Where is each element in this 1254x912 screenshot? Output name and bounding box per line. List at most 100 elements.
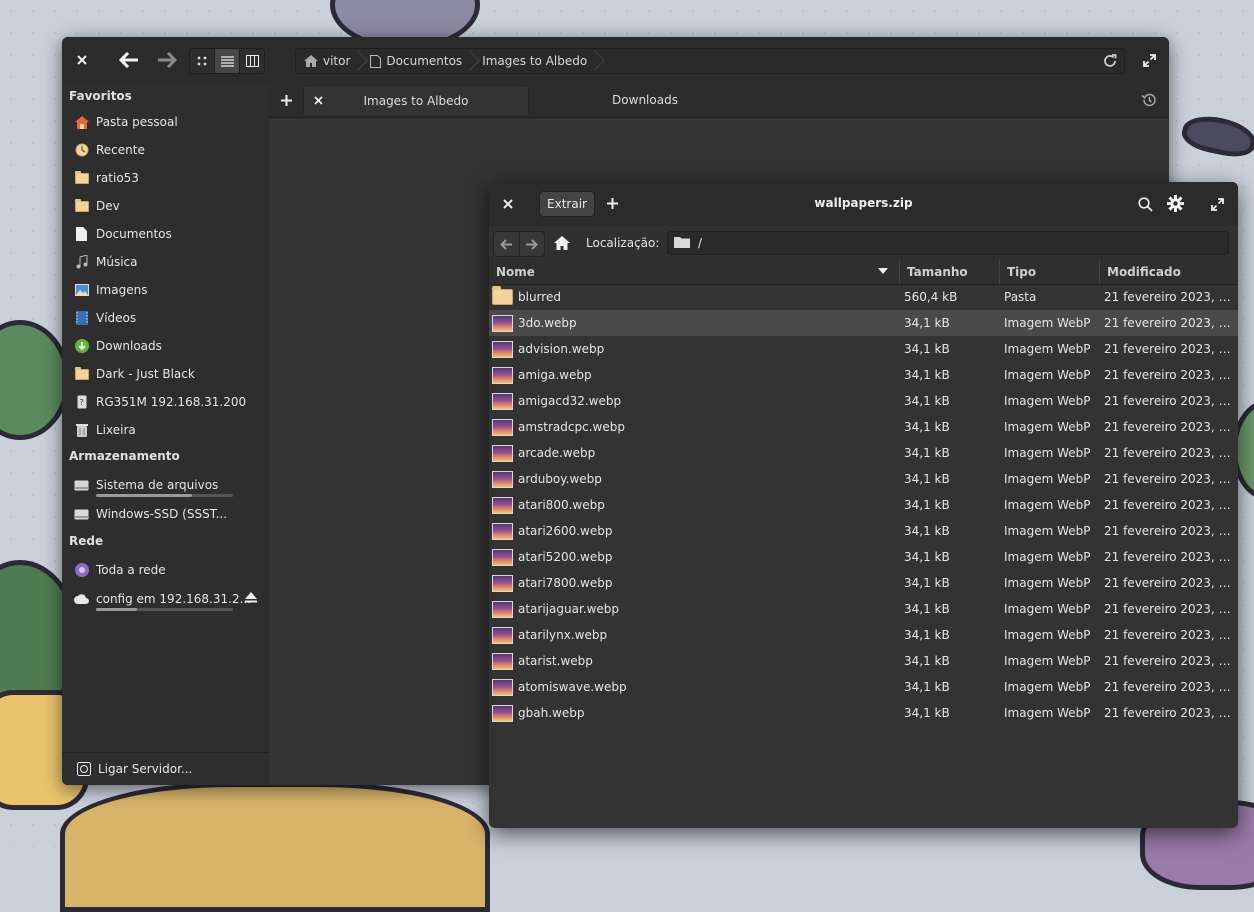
cell-size: 34,1 kB bbox=[904, 498, 950, 512]
forward-button[interactable] bbox=[152, 48, 182, 72]
cell-type: Imagem WebP bbox=[1004, 498, 1091, 512]
arrow-right-icon bbox=[526, 238, 539, 250]
table-row[interactable]: amigacd32.webp 34,1 kB Imagem WebP 21 fever… bbox=[489, 388, 1238, 414]
sidebar-item-label: Toda a rede bbox=[96, 563, 166, 577]
table-row[interactable]: atarist.webp 34,1 kB Imagem WebP 21 feverei… bbox=[489, 648, 1238, 674]
wallpaper-ground-bottom bbox=[60, 782, 490, 912]
table-row[interactable]: advision.webp 34,1 kB Imagem WebP 21 fevere… bbox=[489, 336, 1238, 362]
back-button[interactable] bbox=[494, 232, 520, 256]
new-tab-button[interactable] bbox=[275, 89, 297, 111]
sidebar-item-downloads[interactable]: Downloads bbox=[74, 335, 261, 357]
settings-button[interactable] bbox=[1163, 191, 1187, 215]
location-field[interactable]: / bbox=[667, 231, 1229, 255]
back-button[interactable] bbox=[114, 48, 144, 72]
forward-button[interactable] bbox=[520, 232, 545, 256]
tab-images-to-albedo[interactable]: Images to Albedo bbox=[303, 85, 529, 115]
add-files-button[interactable] bbox=[601, 192, 623, 214]
sidebar-item-label: Dark - Just Black bbox=[96, 367, 195, 381]
table-row[interactable]: arcade.webp 34,1 kB Imagem WebP 21 fevereir… bbox=[489, 440, 1238, 466]
file-name: atarilynx.webp bbox=[518, 628, 608, 642]
maximize-button[interactable] bbox=[1138, 49, 1160, 71]
file-name: atari2600.webp bbox=[518, 524, 613, 538]
reload-button[interactable] bbox=[1100, 51, 1120, 71]
video-icon bbox=[74, 311, 89, 326]
tab-downloads[interactable]: Downloads bbox=[531, 85, 759, 114]
sidebar-item-windows-ssd[interactable]: Windows-SSD (SSST... bbox=[74, 503, 261, 525]
table-row[interactable]: blurred 560,4 kB Pasta 21 fevereiro 2023, 0… bbox=[489, 284, 1238, 310]
table-row[interactable]: amiga.webp 34,1 kB Imagem WebP 21 fevereiro… bbox=[489, 362, 1238, 388]
column-view-button[interactable] bbox=[240, 49, 264, 73]
image-thumbnail-icon bbox=[492, 366, 513, 384]
breadcrumb-current[interactable]: Images to Albedo bbox=[474, 49, 599, 73]
close-button[interactable] bbox=[72, 49, 92, 71]
column-header-type[interactable]: Tipo bbox=[1000, 259, 1100, 284]
column-header-modified[interactable]: Modificado bbox=[1100, 259, 1238, 284]
search-button[interactable] bbox=[1133, 192, 1157, 216]
file-name: gbah.webp bbox=[518, 706, 585, 720]
sidebar-item-dev[interactable]: Dev bbox=[74, 195, 261, 217]
breadcrumb-documentos[interactable]: Documentos bbox=[362, 49, 474, 73]
sidebar-item-rg351m[interactable]: ? RG351M 192.168.31.200 bbox=[74, 391, 261, 413]
column-header-name[interactable]: Nome bbox=[489, 259, 900, 284]
cell-name: atomiswave.webp bbox=[489, 678, 900, 696]
cell-modified: 21 fevereiro 2023, 04... bbox=[1104, 706, 1238, 720]
table-row[interactable]: atarijaguar.webp 34,1 kB Imagem WebP 21 fev… bbox=[489, 596, 1238, 622]
close-tab-button[interactable] bbox=[314, 94, 323, 108]
table-row[interactable]: atari7800.webp 34,1 kB Imagem WebP 21 fever… bbox=[489, 570, 1238, 596]
sidebar-item-sistema-de-arquivos[interactable]: Sistema de arquivos bbox=[74, 474, 261, 497]
closed-tabs-history-button[interactable] bbox=[1137, 89, 1159, 111]
close-button[interactable] bbox=[498, 193, 518, 215]
cell-name: arduboy.webp bbox=[489, 470, 900, 488]
sidebar-item-recente[interactable]: Recente bbox=[74, 139, 261, 161]
list-view-button[interactable] bbox=[215, 49, 240, 73]
sidebar-item-musica[interactable]: Música bbox=[74, 251, 261, 273]
folder-icon bbox=[74, 198, 89, 214]
sidebar-item-ratio53[interactable]: ratio53 bbox=[74, 167, 261, 189]
drive-icon bbox=[74, 478, 89, 493]
cell-type: Imagem WebP bbox=[1004, 342, 1091, 356]
table-row[interactable]: atari5200.webp 34,1 kB Imagem WebP 21 fever… bbox=[489, 544, 1238, 570]
table-row[interactable]: atari2600.webp 34,1 kB Imagem WebP 21 fever… bbox=[489, 518, 1238, 544]
table-row[interactable]: atarilynx.webp 34,1 kB Imagem WebP 21 fever… bbox=[489, 622, 1238, 648]
drive-icon bbox=[74, 507, 89, 522]
icon-view-button[interactable] bbox=[190, 49, 215, 73]
sidebar-item-dark-just-black[interactable]: Dark - Just Black bbox=[74, 363, 261, 385]
breadcrumb-home[interactable]: vitor bbox=[296, 49, 362, 73]
maximize-button[interactable] bbox=[1206, 193, 1228, 215]
file-name: amstradcpc.webp bbox=[518, 420, 625, 434]
extract-button[interactable]: Extrair bbox=[539, 191, 595, 217]
table-row[interactable]: 3do.webp 34,1 kB Imagem WebP 21 fevereiro 2… bbox=[489, 310, 1238, 336]
table-row[interactable]: gbah.webp 34,1 kB Imagem WebP 21 fevereiro … bbox=[489, 700, 1238, 726]
table-row[interactable]: arduboy.webp 34,1 kB Imagem WebP 21 feverei… bbox=[489, 466, 1238, 492]
table-row[interactable]: amstradcpc.webp 34,1 kB Imagem WebP 21 feve… bbox=[489, 414, 1238, 440]
list-icon bbox=[220, 55, 234, 67]
device-icon: ? bbox=[74, 395, 89, 410]
connect-server-button[interactable]: Ligar Servidor... bbox=[62, 752, 269, 785]
home-button[interactable] bbox=[551, 232, 573, 254]
sidebar-item-label: config em 192.168.31.2... bbox=[96, 592, 252, 606]
cell-modified: 21 fevereiro 2023, 04... bbox=[1104, 576, 1238, 590]
folder-icon bbox=[674, 236, 690, 251]
table-row[interactable]: atomiswave.webp 34,1 kB Imagem WebP 21 feve… bbox=[489, 674, 1238, 700]
image-thumbnail-icon bbox=[492, 340, 513, 358]
sidebar-item-pasta-pessoal[interactable]: Pasta pessoal bbox=[74, 111, 261, 133]
table-row[interactable]: atari800.webp 34,1 kB Imagem WebP 21 fevere… bbox=[489, 492, 1238, 518]
cell-modified: 21 fevereiro 2023, 04... bbox=[1104, 680, 1238, 694]
sidebar-item-lixeira[interactable]: Lixeira bbox=[74, 419, 261, 441]
cell-type: Imagem WebP bbox=[1004, 394, 1091, 408]
cloud-icon bbox=[74, 592, 89, 607]
sidebar-item-toda-a-rede[interactable]: Toda a rede bbox=[74, 559, 261, 581]
cell-type: Imagem WebP bbox=[1004, 706, 1091, 720]
sidebar-item-videos[interactable]: Vídeos bbox=[74, 307, 261, 329]
path-bar[interactable]: vitor Documentos Images to Albedo bbox=[295, 48, 1125, 74]
maximize-icon bbox=[1210, 197, 1224, 211]
location-label: Localização: bbox=[586, 236, 660, 250]
sidebar-item-imagens[interactable]: Imagens bbox=[74, 279, 261, 301]
cell-modified: 21 fevereiro 2023, 04... bbox=[1104, 550, 1238, 564]
network-usage-bar bbox=[96, 608, 233, 611]
sidebar-item-documentos[interactable]: Documentos bbox=[74, 223, 261, 245]
column-header-size[interactable]: Tamanho bbox=[900, 259, 1000, 284]
sidebar-item-config[interactable]: config em 192.168.31.2... bbox=[74, 588, 261, 611]
plus-icon bbox=[280, 94, 292, 106]
eject-icon[interactable] bbox=[245, 592, 257, 606]
